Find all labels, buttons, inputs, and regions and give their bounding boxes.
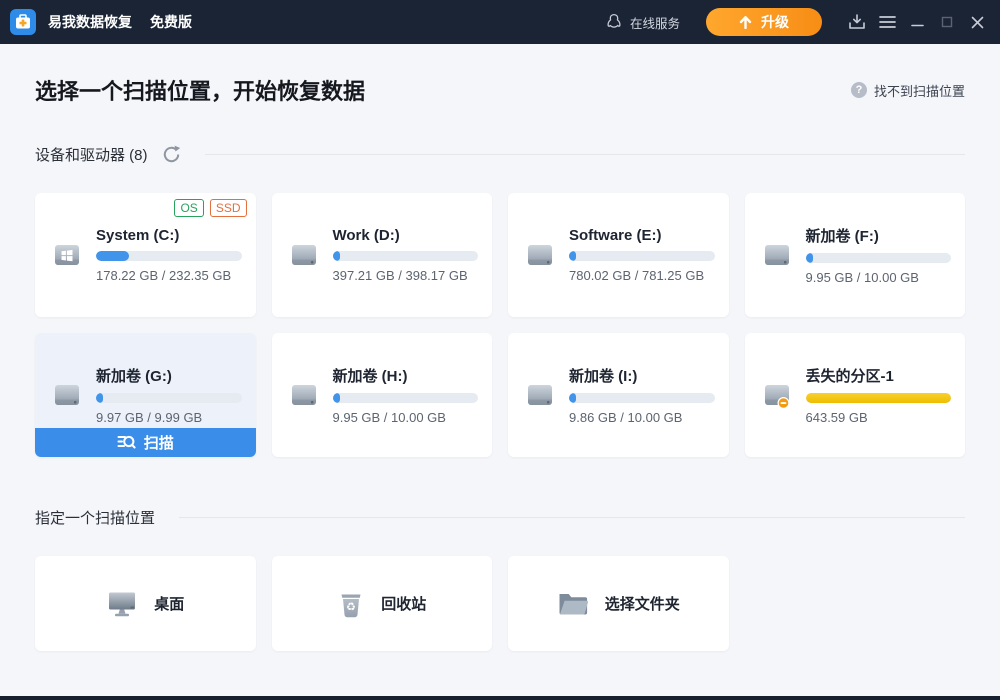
drive-icon (288, 239, 320, 271)
os-badge: OS (174, 199, 204, 217)
drive-usage-fill (332, 393, 340, 403)
drive-size: 9.95 GB / 10.00 GB (805, 270, 919, 285)
drive-card[interactable]: OS SSD System (C:) 178.22 GB / 232.35 GB (35, 193, 256, 317)
scan-button-label: 扫描 (143, 435, 174, 452)
drive-name: Work (D:) (332, 227, 400, 244)
menu-icon[interactable] (872, 7, 902, 37)
drive-usage-fill (805, 253, 813, 263)
drive-size: 780.02 GB / 781.25 GB (569, 268, 705, 283)
drive-badges: OS SSD (174, 199, 247, 217)
drive-usage-bar (96, 393, 242, 403)
drive-name: System (C:) (96, 227, 180, 244)
drive-name: Software (E:) (569, 227, 662, 244)
drive-card[interactable]: 丢失的分区-1 643.59 GB (744, 333, 965, 457)
window-bottom-border (0, 696, 1000, 700)
help-link[interactable]: ? 找不到扫描位置 (850, 81, 965, 100)
drive-usage-fill (332, 251, 340, 261)
drives-grid: OS SSD System (C:) 178.22 GB / 232.35 GB (35, 193, 965, 457)
location-label: 选择文件夹 (604, 596, 680, 613)
location-card[interactable]: 桌面 (35, 556, 256, 651)
drive-usage-fill (96, 393, 103, 403)
minimize-icon[interactable] (902, 7, 932, 37)
drive-usage-bar (805, 393, 951, 403)
location-label: 回收站 (381, 596, 427, 613)
locations-grid: 桌面 ♻ 回收站 选择文件夹 (35, 556, 965, 651)
drive-usage-bar (332, 251, 478, 261)
drive-size: 178.22 GB / 232.35 GB (96, 268, 232, 283)
ssd-badge: SSD (209, 199, 247, 217)
drive-card[interactable]: Work (D:) 397.21 GB / 398.17 GB (271, 193, 492, 317)
scan-button[interactable]: 扫描 (35, 428, 256, 457)
lost-drive-icon (761, 379, 793, 411)
drive-size: 397.21 GB / 398.17 GB (332, 268, 468, 283)
drive-usage-bar (96, 251, 242, 261)
app-title: 易我数据恢复 (48, 14, 132, 30)
section-divider (204, 154, 965, 155)
drive-size: 9.86 GB / 10.00 GB (569, 410, 683, 425)
titlebar: 易我数据恢复 免费版 在线服务 升级 (0, 0, 1000, 44)
devices-section-header: 设备和驱动器 (8) (35, 144, 965, 165)
drive-name: 新加卷 (G:) (96, 368, 172, 385)
app-logo-icon (10, 9, 36, 35)
devices-section-title: 设备和驱动器 (8) (35, 147, 148, 164)
location-card[interactable]: 选择文件夹 (508, 556, 729, 651)
drive-name: 丢失的分区-1 (805, 368, 894, 385)
folder-icon (557, 591, 589, 617)
question-mark-icon: ? (850, 82, 867, 98)
drive-icon (761, 239, 793, 271)
location-label: 桌面 (154, 596, 185, 613)
windows-drive-icon (51, 239, 83, 271)
refresh-icon[interactable] (162, 145, 181, 164)
desktop-icon (106, 590, 138, 618)
drive-card[interactable]: Software (E:) 780.02 GB / 781.25 GB (508, 193, 729, 317)
drive-card[interactable]: 新加卷 (G:) 9.97 GB / 9.99 GB 扫描 (35, 333, 256, 457)
drive-card[interactable]: 新加卷 (H:) 9.95 GB / 10.00 GB (271, 333, 492, 457)
online-service-label: 在线服务 (629, 16, 680, 31)
help-label: 找不到扫描位置 (873, 83, 965, 99)
drive-usage-fill (805, 393, 951, 403)
drive-card[interactable]: 新加卷 (I:) 9.86 GB / 10.00 GB (508, 333, 729, 457)
drive-usage-bar (332, 393, 478, 403)
drive-size: 643.59 GB (805, 410, 868, 425)
location-card[interactable]: ♻ 回收站 (271, 556, 492, 651)
maximize-icon[interactable] (932, 7, 962, 37)
section-divider (179, 517, 965, 518)
upgrade-button[interactable]: 升级 (706, 8, 822, 36)
drive-icon (51, 379, 83, 411)
drive-icon (524, 379, 556, 411)
locations-section-header: 指定一个扫描位置 (35, 507, 965, 528)
upgrade-label: 升级 (761, 14, 789, 30)
drive-usage-fill (569, 393, 576, 403)
recycle-bin-icon: ♻ (337, 589, 365, 619)
drive-usage-bar (569, 251, 715, 261)
online-service[interactable]: 在线服务 (605, 13, 680, 32)
drive-name: 新加卷 (F:) (805, 228, 879, 245)
drive-name: 新加卷 (I:) (569, 368, 638, 385)
drive-usage-bar (805, 253, 951, 263)
drive-usage-fill (96, 251, 130, 261)
drive-usage-bar (569, 393, 715, 403)
close-icon[interactable] (962, 7, 992, 37)
drive-name: 新加卷 (H:) (332, 368, 408, 385)
drive-icon (524, 239, 556, 271)
scan-icon (117, 433, 136, 452)
locations-section-title: 指定一个扫描位置 (35, 510, 156, 527)
edition-label: 免费版 (150, 14, 192, 30)
drive-size: 9.95 GB / 10.00 GB (332, 410, 446, 425)
upgrade-arrow-icon (739, 15, 752, 29)
drive-usage-fill (569, 251, 576, 261)
drive-size: 9.97 GB / 9.99 GB (96, 410, 203, 425)
qq-penguin-icon (605, 13, 623, 31)
page-title: 选择一个扫描位置，开始恢复数据 (35, 79, 366, 104)
svg-text:♻: ♻ (346, 600, 356, 613)
drive-icon (288, 379, 320, 411)
save-session-icon[interactable] (842, 7, 872, 37)
drive-card[interactable]: 新加卷 (F:) 9.95 GB / 10.00 GB (744, 193, 965, 317)
